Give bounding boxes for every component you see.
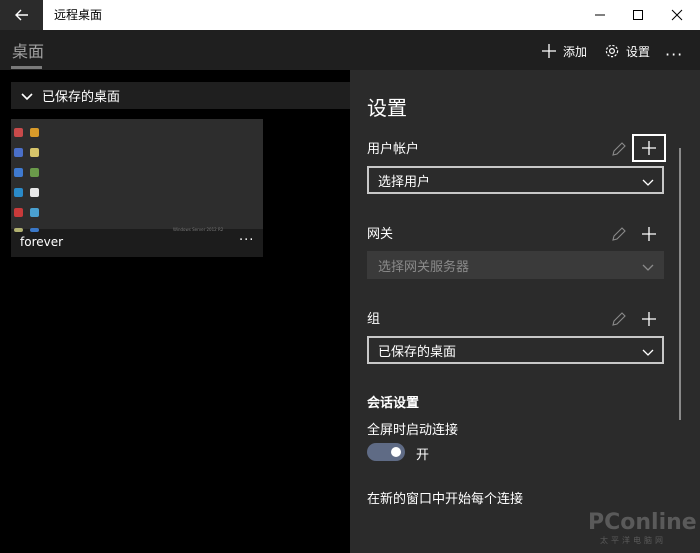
- plus-icon: [542, 44, 556, 58]
- gateway-select-value: 选择网关服务器: [378, 259, 470, 275]
- brand-watermark-sub: 太平洋电脑网: [600, 536, 666, 545]
- more-button[interactable]: ···: [665, 39, 683, 69]
- chevron-down-icon: [21, 92, 33, 100]
- desktop-app-icon: [14, 228, 23, 232]
- desktop-app-icon: [14, 148, 23, 157]
- fullscreen-label: 全屏时启动连接: [367, 423, 459, 438]
- group-select-value: 已保存的桌面: [378, 344, 457, 360]
- tab-underline: [11, 66, 42, 69]
- plus-icon[interactable]: [641, 311, 657, 327]
- desktop-name: forever: [20, 235, 64, 249]
- scrollbar[interactable]: [679, 148, 681, 420]
- desktop-app-icon: [14, 128, 23, 137]
- fullscreen-toggle-state: 开: [416, 448, 430, 463]
- plus-icon[interactable]: [641, 226, 657, 242]
- settings-button[interactable]: 设置: [604, 36, 650, 66]
- desktop-tile[interactable]: Windows Server 2012 R2 forever ···: [11, 119, 263, 257]
- session-settings-heading: 会话设置: [367, 396, 420, 411]
- desktop-thumbnail: [11, 119, 263, 232]
- minimize-icon: [595, 14, 605, 16]
- gateway-select[interactable]: 选择网关服务器: [367, 251, 664, 279]
- group-select[interactable]: 已保存的桌面: [367, 336, 664, 364]
- settings-label: 设置: [626, 44, 651, 59]
- tab-desktops[interactable]: 桌面: [12, 38, 44, 62]
- user-select-value: 选择用户: [378, 174, 431, 190]
- brand-watermark: PConline: [588, 510, 697, 535]
- desktop-app-icon: [30, 188, 39, 197]
- desktop-app-icon: [30, 128, 39, 137]
- chevron-down-icon: [642, 264, 654, 271]
- desktop-app-icon: [30, 168, 39, 177]
- pencil-icon[interactable]: [611, 226, 627, 242]
- desktop-more-button[interactable]: ···: [239, 233, 254, 248]
- add-user-button[interactable]: [632, 134, 666, 162]
- settings-title: 设置: [367, 96, 407, 120]
- desktop-app-icon: [14, 208, 23, 217]
- desktop-app-icon: [14, 188, 23, 197]
- add-label: 添加: [563, 44, 588, 59]
- desktop-app-icon: [30, 208, 39, 217]
- desktops-pane: 已保存的桌面 Windows Server 2012 R2 forever ··…: [0, 70, 350, 553]
- title-bar: 远程桌面: [0, 0, 700, 30]
- desktop-app-icon: [30, 228, 39, 232]
- chevron-down-icon: [642, 179, 654, 186]
- close-button[interactable]: [654, 0, 700, 30]
- window-title: 远程桌面: [54, 8, 103, 22]
- toggle-knob: [391, 447, 401, 457]
- close-icon: [671, 9, 683, 21]
- add-button[interactable]: 添加: [541, 36, 587, 66]
- chevron-down-icon: [642, 349, 654, 356]
- new-window-label: 在新的窗口中开始每个连接: [367, 492, 524, 507]
- user-account-label: 用户帐户: [367, 142, 420, 157]
- plus-icon: [642, 141, 656, 155]
- pencil-icon[interactable]: [611, 141, 627, 157]
- settings-pane: 设置 用户帐户 选择用户 网关 选择网关服务器 组 已保存的桌面 会话设置 全屏…: [350, 70, 700, 553]
- group-label: 组: [367, 312, 381, 327]
- desktop-app-icon: [30, 148, 39, 157]
- pencil-icon[interactable]: [611, 311, 627, 327]
- thumbnail-watermark: Windows Server 2012 R2: [173, 227, 224, 232]
- maximize-icon: [633, 10, 643, 20]
- desktop-app-icon: [14, 168, 23, 177]
- arrow-left-icon: [14, 9, 28, 21]
- group-header[interactable]: 已保存的桌面: [11, 82, 350, 109]
- user-select[interactable]: 选择用户: [367, 166, 664, 194]
- group-title: 已保存的桌面: [42, 90, 121, 105]
- gateway-label: 网关: [367, 227, 394, 242]
- back-button[interactable]: [0, 0, 43, 30]
- app-header: 桌面 添加 设置 ···: [0, 30, 700, 70]
- fullscreen-toggle[interactable]: [367, 443, 405, 461]
- gear-icon: [605, 44, 619, 58]
